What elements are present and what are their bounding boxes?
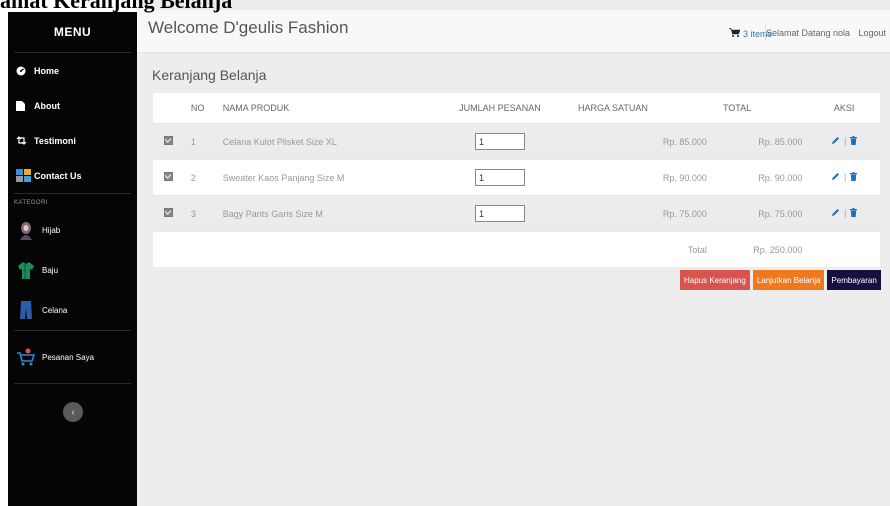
main-content: Welcome D'geulis Fashion 3 items Selamat… [137, 0, 890, 506]
column-header-price: HARGA SATUAN [568, 93, 713, 124]
table-header-row: NO NAMA PRODUK JUMLAH PESANAN HARGA SATU… [153, 93, 880, 124]
category-item-celana[interactable]: Celana [8, 290, 137, 330]
product-name: Sweater Kaos Panjang Size M [216, 159, 432, 196]
app-title[interactable]: Welcome D'geulis Fashion [148, 18, 348, 38]
sidebar-item-label: Home [34, 65, 60, 76]
total-label: Total [568, 231, 713, 267]
quantity-input[interactable] [474, 205, 525, 222]
continue-shopping-button[interactable]: Lanjutkan Belanja [752, 270, 825, 290]
column-header-total: TOTAL [712, 93, 809, 124]
table-row: 1 Celana Kulot Plisket Size XL Rp. 85.00… [153, 123, 880, 160]
trash-icon[interactable] [850, 172, 858, 182]
sidebar-item-about[interactable]: About [8, 88, 137, 123]
action-separator: | [844, 135, 847, 146]
row-total: Rp. 85.000 [712, 123, 809, 160]
sidebar-item-label: Pesanan Saya [42, 352, 95, 362]
shopping-cart-icon [728, 28, 741, 39]
sidebar-divider [14, 383, 131, 384]
top-navbar: Welcome D'geulis Fashion 3 items Selamat… [137, 10, 890, 53]
sidebar-menu-title: MENU [14, 12, 131, 53]
row-no: 1 [184, 123, 217, 160]
dashboard-icon [16, 66, 34, 76]
page-title: Keranjang Belanja [152, 67, 267, 83]
sidebar-item-pesanan-saya[interactable]: Pesanan Saya [8, 331, 137, 383]
column-header-no: NO [184, 93, 217, 124]
table-footer-row: Total Rp. 250.000 [153, 231, 880, 267]
row-checkbox[interactable] [164, 172, 174, 181]
action-separator: | [844, 207, 847, 218]
unit-price: Rp. 90.000 [568, 159, 713, 196]
contact-icon [16, 168, 34, 183]
logout-link[interactable]: Logout [858, 28, 886, 38]
action-separator: | [844, 171, 847, 182]
checkout-button[interactable]: Pembayaran [827, 270, 881, 290]
product-name: Celana Kulot Plisket Size XL [216, 123, 432, 160]
file-icon [16, 100, 34, 111]
category-label: Hijab [42, 225, 61, 235]
sidebar-item-testimoni[interactable]: Testimoni [8, 123, 137, 158]
category-item-hijab[interactable]: Hijab [8, 210, 137, 250]
column-header-name: NAMA PRODUK [216, 93, 432, 124]
table-row: 3 Bagy Pants Garis Size M Rp. 75.000 Rp.… [153, 195, 880, 232]
sidebar-item-label: About [34, 100, 60, 111]
category-heading: KATEGORI [14, 200, 48, 206]
retweet-icon [16, 136, 34, 145]
category-label: Baju [42, 265, 59, 275]
edit-icon[interactable] [831, 136, 840, 145]
trash-icon[interactable] [850, 136, 858, 146]
cart-table: NO NAMA PRODUK JUMLAH PESANAN HARGA SATU… [153, 93, 880, 267]
quantity-input[interactable] [474, 133, 525, 150]
hijab-icon [16, 220, 36, 240]
cart-actions: Hapus Keranjang Lanjutkan Belanja Pembay… [680, 270, 881, 290]
product-name: Bagy Pants Garis Size M [216, 195, 432, 232]
document-caption: amat Keranjang Belanja [0, 0, 233, 13]
grand-total: Rp. 250.000 [712, 231, 809, 267]
unit-price: Rp. 85.000 [568, 123, 713, 160]
column-header-qty: JUMLAH PESANAN [431, 93, 569, 124]
quantity-input[interactable] [474, 169, 525, 186]
pants-icon [16, 300, 36, 320]
sidebar-collapse-button[interactable]: ‹ [63, 402, 83, 422]
trash-icon[interactable] [850, 208, 858, 218]
row-checkbox[interactable] [164, 136, 174, 145]
row-total: Rp. 90.000 [712, 159, 809, 196]
row-no: 3 [184, 195, 217, 232]
category-label: Celana [42, 305, 68, 315]
sidebar: MENU Home About Testimoni Contact Us KAT… [8, 12, 137, 506]
edit-icon[interactable] [831, 172, 840, 181]
column-header-check [153, 93, 185, 124]
greeting-text: Selamat Datang nola [765, 28, 850, 38]
sidebar-item-home[interactable]: Home [8, 53, 137, 88]
table-row: 2 Sweater Kaos Panjang Size M Rp. 90.000… [153, 159, 880, 196]
row-no: 2 [184, 159, 217, 196]
unit-price: Rp. 75.000 [568, 195, 713, 232]
shopping-cart-icon [16, 347, 36, 367]
column-header-aksi: AKSI [808, 93, 880, 124]
shirt-icon [16, 260, 36, 280]
row-total: Rp. 75.000 [712, 195, 809, 232]
sidebar-item-label: Contact Us [34, 170, 82, 181]
sidebar-item-contact-us[interactable]: Contact Us [8, 158, 137, 193]
row-checkbox[interactable] [164, 208, 174, 217]
clear-cart-button[interactable]: Hapus Keranjang [680, 270, 750, 290]
category-item-baju[interactable]: Baju [8, 250, 137, 290]
edit-icon[interactable] [831, 208, 840, 217]
sidebar-item-label: Testimoni [34, 135, 76, 146]
